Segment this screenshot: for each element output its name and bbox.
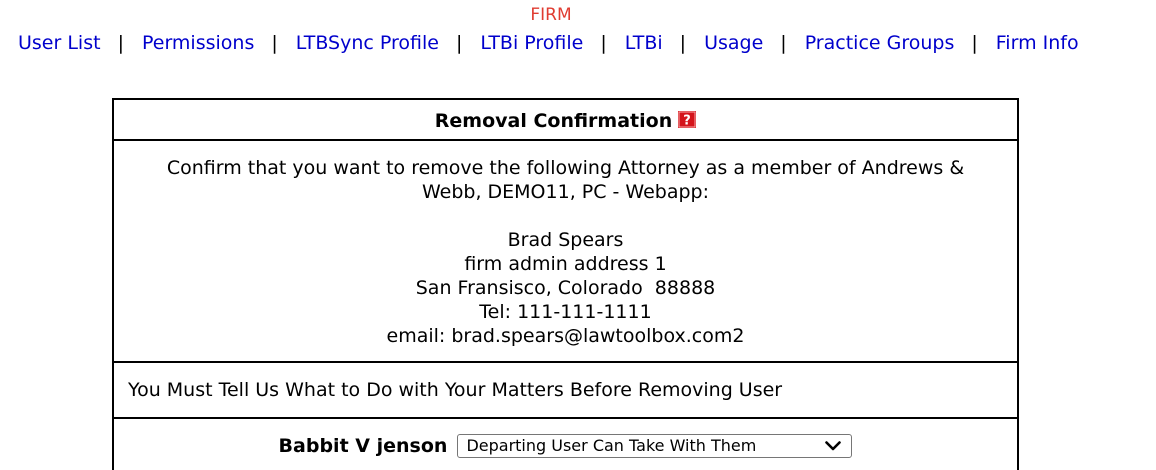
- matters-warning: You Must Tell Us What to Do with Your Ma…: [114, 363, 1017, 419]
- removal-confirmation-panel: Removal Confirmation? Confirm that you w…: [112, 98, 1019, 470]
- nav-separator: |: [117, 32, 124, 54]
- matter-name: Babbit V jenson: [278, 435, 448, 457]
- firm-page: FIRM User List | Permissions | LTBSync Profi…: [0, 0, 1156, 470]
- nav-user-list[interactable]: User List: [18, 32, 101, 54]
- user-name: Brad Spears: [507, 229, 624, 251]
- nav-separator: |: [271, 32, 278, 54]
- section-title: FIRM: [530, 5, 572, 25]
- nav-separator: |: [971, 32, 978, 54]
- nav-permissions[interactable]: Permissions: [142, 32, 254, 54]
- nav-firm-info[interactable]: Firm Info: [996, 32, 1079, 54]
- chevron-down-icon: [825, 441, 842, 451]
- confirmation-details: Confirm that you want to remove the foll…: [114, 141, 1017, 363]
- matter-action-selected-value: Departing User Can Take With Them: [466, 436, 757, 455]
- nav-ltbi[interactable]: LTBi: [625, 32, 663, 54]
- nav-separator: |: [780, 32, 787, 54]
- nav-ltbsync-profile[interactable]: LTBSync Profile: [296, 32, 439, 54]
- nav-ltbi-profile[interactable]: LTBi Profile: [480, 32, 583, 54]
- user-address: firm admin address 1: [464, 253, 667, 275]
- nav-separator: |: [455, 32, 463, 54]
- nav-usage[interactable]: Usage: [704, 32, 763, 54]
- nav-separator: |: [600, 32, 607, 54]
- question-icon[interactable]: ?: [678, 102, 697, 129]
- matter-action-select[interactable]: Departing User Can Take With Them: [457, 434, 853, 458]
- matter-row: Babbit V jenson Departing User Can Take …: [114, 419, 1017, 470]
- firm-nav: User List | Permissions | LTBSync Profile | LT…: [18, 31, 1079, 55]
- user-city-line: San Fransisco, Colorado 88888: [415, 277, 716, 299]
- nav-practice-groups[interactable]: Practice Groups: [805, 32, 955, 54]
- user-email: email: brad.spears@lawtoolbox.com2: [386, 325, 745, 347]
- svg-text:?: ?: [683, 114, 691, 129]
- panel-header: Removal Confirmation?: [114, 100, 1017, 141]
- user-tel: Tel: 111-111-1111: [479, 301, 652, 323]
- panel-title: Removal Confirmation: [434, 110, 673, 132]
- nav-separator: |: [679, 32, 687, 54]
- confirmation-message: Confirm that you want to remove the foll…: [166, 157, 965, 203]
